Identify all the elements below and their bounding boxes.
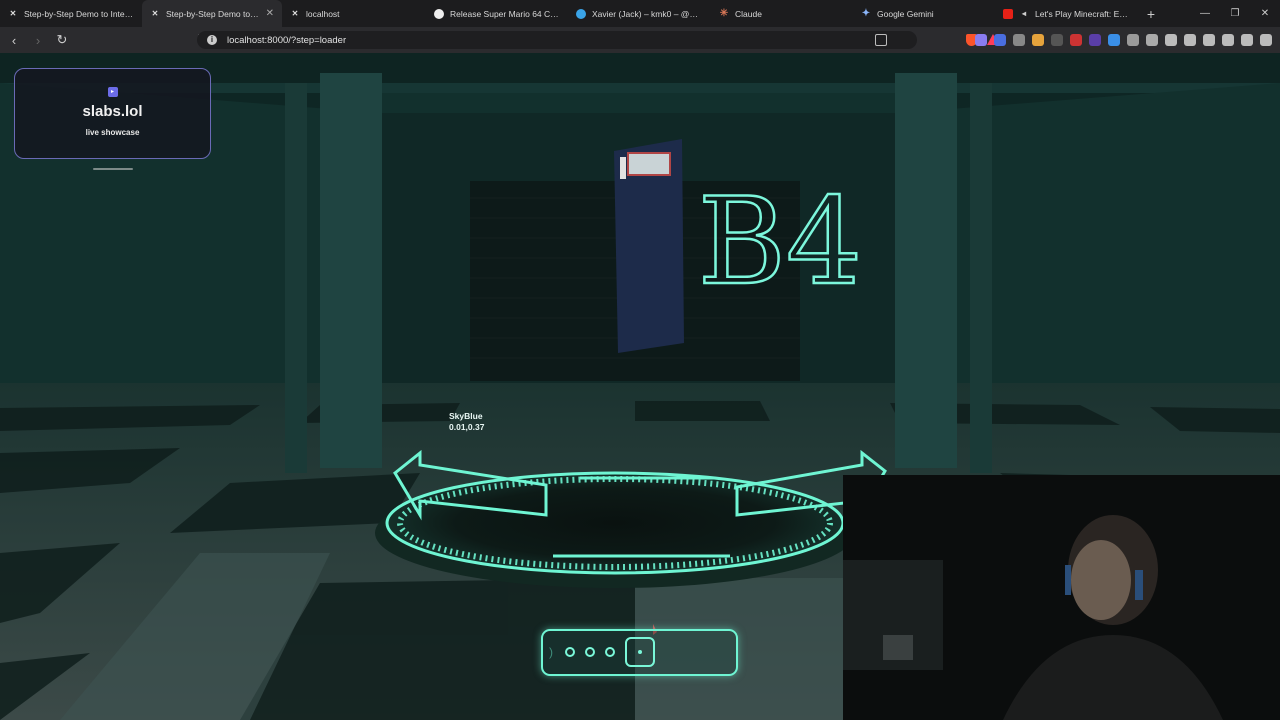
extension-icon[interactable]	[994, 34, 1006, 46]
brand-card-underline	[93, 168, 133, 170]
webcam-feed	[843, 475, 1280, 720]
tab-title: localhost	[306, 8, 340, 19]
loader-spinner-icon: )	[549, 645, 553, 659]
extensions-area	[975, 31, 1272, 49]
tab-title: Step-by-Step Demo to Inte	[166, 8, 260, 19]
audio-playing-icon[interactable]: ◂	[1019, 9, 1029, 19]
tab-localhost[interactable]: ✕ localhost	[282, 0, 426, 27]
close-window-icon[interactable]: ✕	[1250, 8, 1280, 19]
extension-icon[interactable]	[1013, 34, 1025, 46]
step-dot[interactable]	[565, 647, 575, 657]
extension-icon[interactable]	[1032, 34, 1044, 46]
extension-icon[interactable]	[1089, 34, 1101, 46]
pillar	[320, 73, 382, 468]
headphones	[1065, 565, 1071, 595]
webcam-overlay	[843, 475, 1280, 720]
claude-icon: ✳	[719, 8, 729, 19]
person-face	[1071, 540, 1131, 620]
tab-title: Step-by-Step Demo to Interact	[24, 8, 134, 19]
step-dot-current[interactable]	[625, 637, 655, 667]
vpn-icon[interactable]	[1241, 34, 1253, 46]
color-value: 0.01,0.37	[449, 422, 485, 432]
youtube-icon	[1003, 8, 1013, 19]
app-icon: ✕	[9, 9, 17, 18]
close-tab-icon[interactable]: ✕	[266, 8, 274, 19]
brand-subtitle: live showcase	[85, 128, 140, 137]
tab-title: Release Super Mario 64 Coop	[450, 8, 560, 19]
tab-xavier[interactable]: Xavier (Jack) – kmk0 – @KMko	[568, 0, 711, 27]
leo-ai-icon[interactable]	[1222, 34, 1234, 46]
brand-title: slabs.lol	[82, 103, 143, 120]
background-light	[883, 635, 913, 660]
b4-neon-sign: B4	[698, 173, 863, 312]
tab-strip: ✕ Step-by-Step Demo to Interact ✕ Step-b…	[0, 0, 1280, 27]
puzzle-extensions-icon[interactable]	[1127, 34, 1139, 46]
tab-step-by-step-demo[interactable]: ✕ Step-by-Step Demo to Interact	[0, 0, 142, 27]
headphones	[1135, 570, 1143, 600]
address-bar[interactable]: i localhost:8000/?step=loader	[197, 31, 999, 49]
tab-github-release[interactable]: Release Super Mario 64 Coop	[426, 0, 568, 27]
pillar	[970, 83, 992, 473]
restore-icon[interactable]: ❐	[1220, 8, 1250, 19]
extension-icon[interactable]	[1051, 34, 1063, 46]
window-controls: — ❐ ✕	[1190, 0, 1280, 27]
sidebar-icon[interactable]	[1184, 34, 1196, 46]
door-handle-plate	[620, 157, 626, 179]
tab-title: Claude	[735, 8, 762, 19]
platform-top	[385, 471, 845, 575]
reload-icon[interactable]: ↻	[52, 32, 72, 48]
brand-card[interactable]: ▸ slabs.lol live showcase	[14, 68, 211, 159]
new-tab-button[interactable]: +	[1139, 6, 1163, 22]
forward-icon[interactable]: ›	[28, 33, 48, 48]
pillar	[285, 83, 307, 473]
back-icon[interactable]: ‹	[4, 33, 24, 48]
gemini-icon: ✦	[861, 8, 871, 19]
extension-icon[interactable]	[975, 34, 987, 46]
back-wall-beam	[380, 93, 900, 113]
3d-scene-canvas[interactable]: B4 ▸ slabs.lol live showcase SkyBlue 0.0…	[0, 53, 1280, 720]
url-text[interactable]: localhost:8000/?step=loader	[227, 35, 346, 46]
tab-gemini[interactable]: ✦ Google Gemini	[853, 0, 995, 27]
music-icon[interactable]	[1165, 34, 1177, 46]
color-readout: SkyBlue 0.01,0.37	[449, 411, 484, 433]
site-info-icon[interactable]: i	[207, 35, 217, 45]
github-icon	[434, 8, 444, 19]
app-icon: ✕	[151, 9, 159, 18]
tab-title: Google Gemini	[877, 8, 934, 19]
door-window	[627, 152, 671, 176]
share-icon[interactable]	[875, 34, 887, 46]
pillar	[895, 73, 957, 468]
tab-step-by-step-demo-active[interactable]: ✕ Step-by-Step Demo to Inte ✕	[142, 0, 282, 27]
extension-icon[interactable]	[1070, 34, 1082, 46]
tab-claude[interactable]: ✳ Claude	[711, 0, 853, 27]
tab-title: Let's Play Minecraft: Ep. 57	[1035, 8, 1131, 19]
minimize-icon[interactable]: —	[1190, 8, 1220, 19]
extension-icon[interactable]	[1108, 34, 1120, 46]
color-name: SkyBlue	[449, 411, 483, 421]
globe-icon	[576, 8, 586, 19]
tab-youtube-minecraft[interactable]: ◂ Let's Play Minecraft: Ep. 57	[995, 0, 1139, 27]
tab-search-icon[interactable]	[1146, 34, 1158, 46]
brand-logo-icon: ▸	[107, 87, 118, 97]
app-icon: ✕	[291, 9, 299, 18]
step-loader[interactable]: )	[541, 629, 738, 676]
step-dot[interactable]	[585, 647, 595, 657]
menu-icon[interactable]	[1260, 34, 1272, 46]
step-dot[interactable]	[605, 647, 615, 657]
tab-title: Xavier (Jack) – kmk0 – @KMko	[592, 8, 703, 19]
wallet-icon[interactable]	[1203, 34, 1215, 46]
